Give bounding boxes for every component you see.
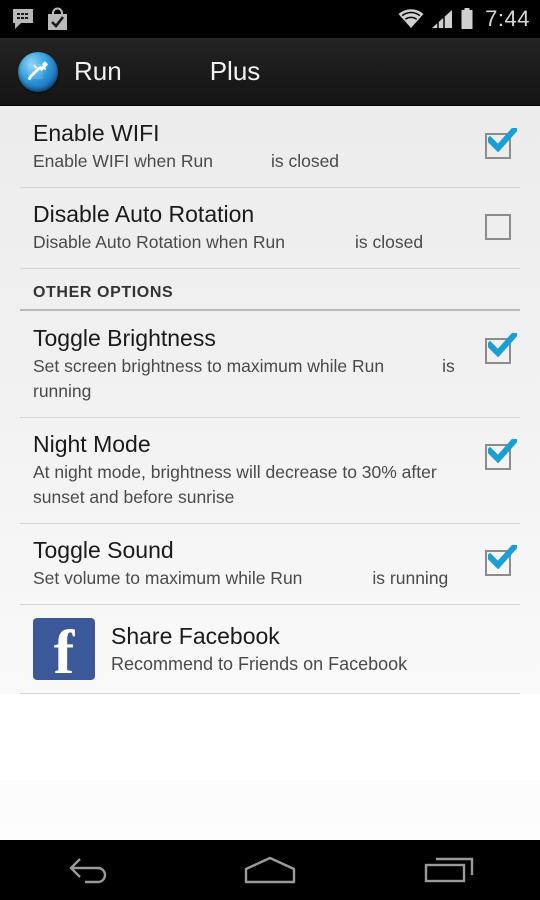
- bbm-chat-icon: [13, 9, 33, 29]
- back-icon: [69, 858, 107, 884]
- checkbox-wrap[interactable]: [476, 119, 520, 159]
- status-system-icons: 7:44: [398, 6, 530, 32]
- setting-subtitle: Enable WIFI when Run is closed: [33, 149, 462, 174]
- row-text: Enable WIFI Enable WIFI when Run is close…: [33, 119, 476, 174]
- checkbox-night-mode[interactable]: [485, 444, 511, 470]
- subtitle-part-b: is closed: [270, 151, 340, 171]
- play-store-bag-icon: [48, 7, 67, 30]
- checkbox-enable-wifi[interactable]: [485, 133, 511, 159]
- setting-row-enable-wifi[interactable]: Enable WIFI Enable WIFI when Run is close…: [0, 106, 540, 187]
- checkbox-disable-auto-rotation[interactable]: [485, 214, 511, 240]
- action-bar: Run Plus: [0, 38, 540, 106]
- setting-row-toggle-sound[interactable]: Toggle Sound Set volume to maximum while…: [0, 523, 540, 604]
- setting-row-toggle-brightness[interactable]: Toggle Brightness Set screen brightness …: [0, 311, 540, 417]
- facebook-subtitle: Recommend to Friends on Facebook: [111, 654, 408, 674]
- setting-title: Disable Auto Rotation: [33, 201, 255, 227]
- subtitle-part-a: Set screen brightness to maximum while R…: [33, 356, 385, 376]
- subtitle-part-a: Enable WIFI when Run: [33, 151, 213, 171]
- status-clock: 7:44: [485, 6, 530, 31]
- nav-home-button[interactable]: [210, 840, 330, 900]
- facebook-icon: f: [33, 618, 95, 684]
- checkbox-toggle-sound[interactable]: [485, 550, 511, 576]
- phone-screen: 7:44 Run Plus Enable WIFI Enable WIFI whe…: [0, 0, 540, 900]
- facebook-text: Share Facebook Recommend to Friends on F…: [111, 621, 407, 677]
- checkbox-wrap[interactable]: [476, 200, 520, 240]
- checkbox-toggle-brightness[interactable]: [485, 338, 511, 364]
- home-icon: [244, 856, 296, 884]
- status-bar: 7:44: [0, 0, 540, 38]
- facebook-title: Share Facebook: [111, 623, 280, 649]
- setting-row-night-mode[interactable]: Night Mode At night mode, brightness wil…: [0, 417, 540, 523]
- checkbox-wrap[interactable]: [476, 324, 520, 364]
- cell-signal-icon: [432, 10, 453, 28]
- recents-icon: [424, 857, 474, 883]
- facebook-glyph: f: [53, 619, 75, 687]
- section-title: OTHER OPTIONS: [33, 284, 174, 301]
- row-text: Disable Auto Rotation Disable Auto Rotat…: [33, 200, 476, 255]
- navigation-bar: [0, 840, 540, 900]
- setting-row-disable-auto-rotation[interactable]: Disable Auto Rotation Disable Auto Rotat…: [0, 187, 540, 268]
- status-notification-icons: [12, 7, 69, 31]
- page-title-part2: Plus: [209, 56, 261, 86]
- nav-back-button[interactable]: [30, 840, 150, 900]
- setting-subtitle: Set screen brightness to maximum while R…: [33, 354, 462, 404]
- setting-title: Night Mode: [33, 431, 151, 457]
- row-text: Toggle Sound Set volume to maximum while…: [33, 536, 476, 591]
- section-header-other-options: OTHER OPTIONS: [0, 268, 540, 311]
- setting-title: Toggle Sound: [33, 537, 174, 563]
- subtitle-part-a: Set volume to maximum while Run: [33, 568, 303, 588]
- battery-icon: [461, 8, 473, 29]
- nav-recents-button[interactable]: [390, 840, 510, 900]
- checkbox-wrap[interactable]: [476, 430, 520, 470]
- subtitle-part-b: is closed: [354, 232, 424, 252]
- page-title-part1: Run: [74, 56, 122, 86]
- subtitle-part-b: is running: [372, 568, 449, 588]
- share-facebook-row[interactable]: f Share Facebook Recommend to Friends on…: [0, 604, 540, 694]
- setting-subtitle: At night mode, brightness will decrease …: [33, 462, 442, 507]
- settings-list[interactable]: Enable WIFI Enable WIFI when Run is close…: [0, 106, 540, 840]
- setting-subtitle: Disable Auto Rotation when Run is closed: [33, 230, 462, 255]
- page-title: Run Plus: [74, 56, 260, 87]
- setting-subtitle: Set volume to maximum while Run is runnin…: [33, 566, 462, 591]
- checkbox-wrap[interactable]: [476, 536, 520, 576]
- ad-placeholder-area: [0, 694, 540, 780]
- row-text: Toggle Brightness Set screen brightness …: [33, 324, 476, 404]
- setting-title: Enable WIFI: [33, 120, 160, 146]
- subtitle-part-a: Disable Auto Rotation when Run: [33, 232, 285, 252]
- wifi-icon: [398, 9, 424, 28]
- tools-wrench-icon[interactable]: [18, 51, 58, 92]
- row-text: Night Mode At night mode, brightness wil…: [33, 430, 476, 510]
- setting-title: Toggle Brightness: [33, 325, 216, 351]
